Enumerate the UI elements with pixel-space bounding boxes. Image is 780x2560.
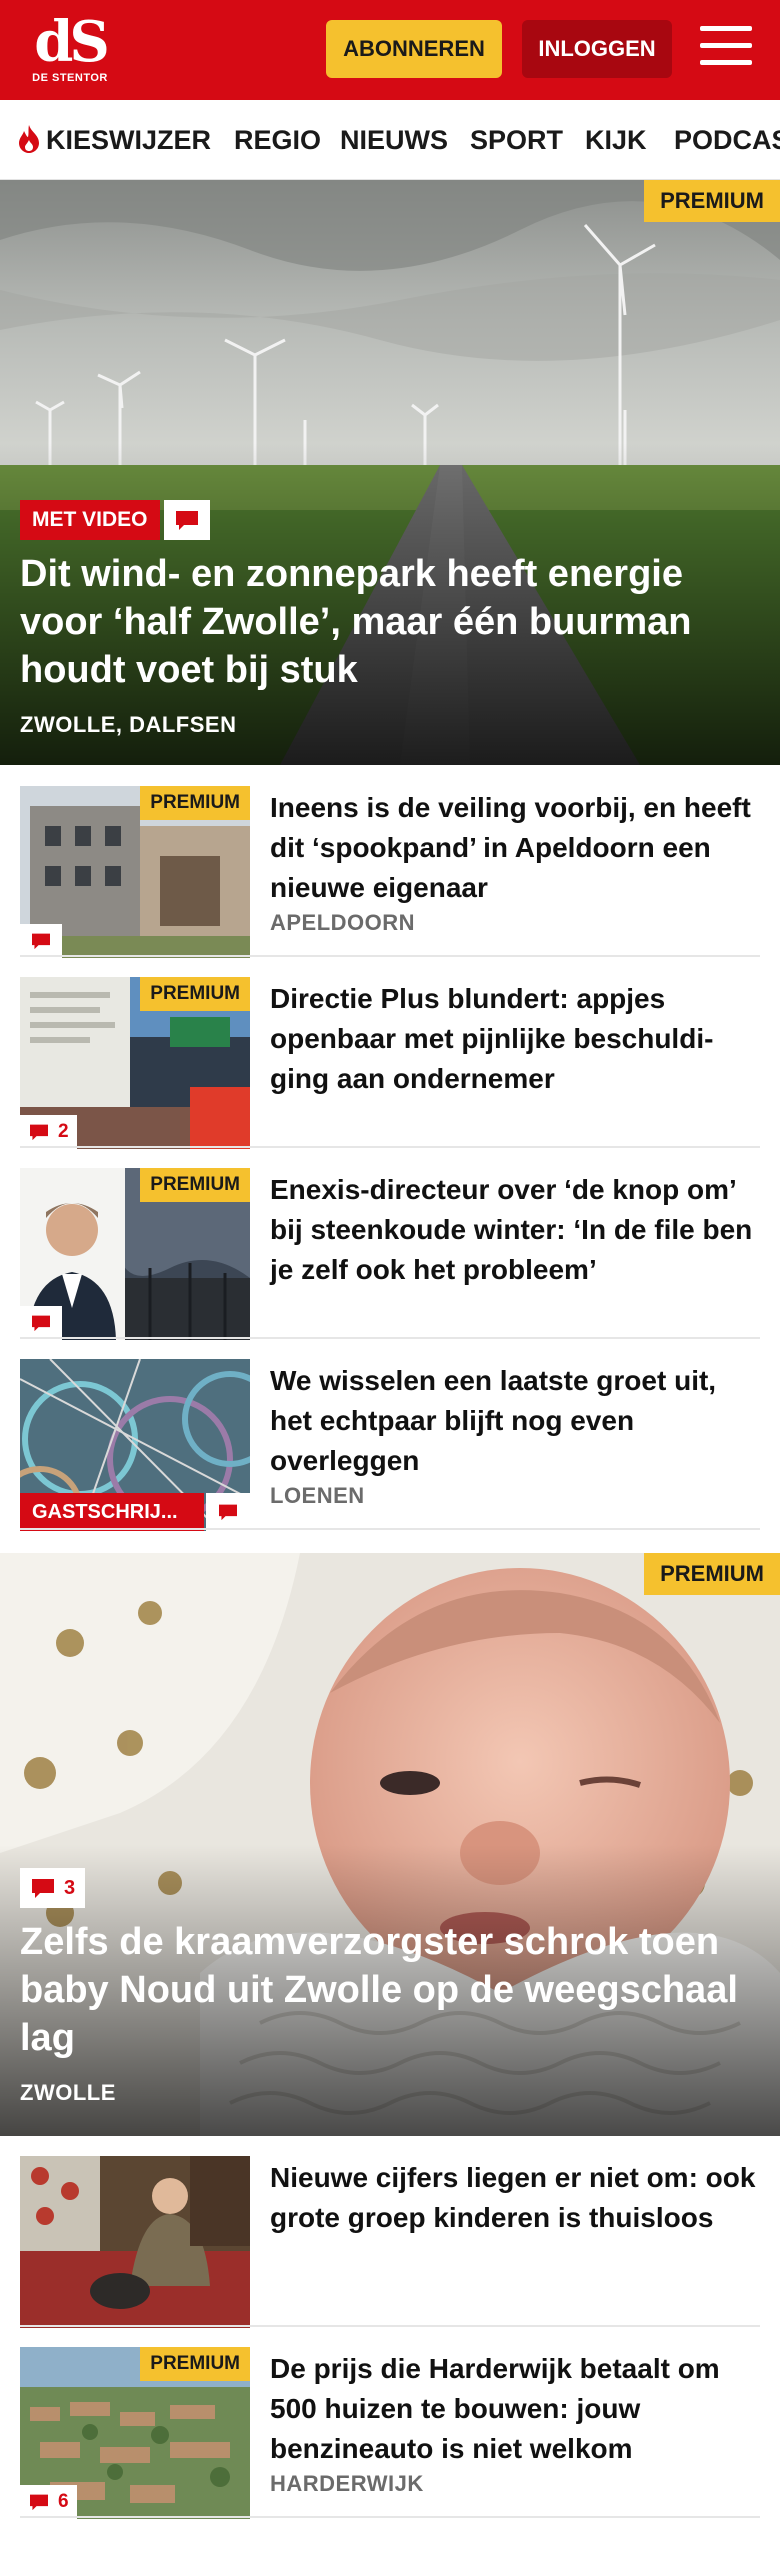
article-location: HARDERWIJK bbox=[270, 2471, 424, 2496]
article-thumbnail: GASTSCHRIJ... bbox=[20, 1359, 250, 1531]
logo-subtext: DE STENTOR bbox=[32, 72, 108, 84]
hero-location: ZWOLLE, DALFSEN bbox=[20, 712, 237, 737]
premium-badge: PREMIUM bbox=[644, 1553, 780, 1595]
comment-count: 2 bbox=[58, 1121, 69, 1142]
divider bbox=[20, 955, 760, 957]
hamburger-menu-icon[interactable] bbox=[700, 26, 752, 72]
nav-label: KIESWIJZER bbox=[46, 125, 212, 155]
guest-author-badge: GASTSCHRIJ... bbox=[20, 1493, 204, 1531]
subscribe-button[interactable]: ABONNEREN bbox=[326, 20, 502, 78]
article-title[interactable]: Enexis-directeur over ‘de knop om’ bij s… bbox=[270, 1170, 760, 1290]
article-location: APELDOORN bbox=[270, 910, 416, 935]
list-item[interactable]: GASTSCHRIJ... We wisselen een laatste gr… bbox=[20, 1359, 760, 1531]
hero-article-windpark[interactable]: PREMIUM MET VIDEO Dit wind- en zonnepark… bbox=[0, 180, 780, 765]
site-header: dS DE STENTOR ABONNEREN INLOGGEN bbox=[0, 0, 780, 100]
nav-item-sport[interactable]: SPORT bbox=[470, 100, 563, 179]
article-thumbnail: PREMIUM 2 bbox=[20, 977, 250, 1149]
hero-title[interactable]: Zelfs de kraamverzorgster schrok toen ba… bbox=[20, 1918, 760, 2062]
logo-mark: dS bbox=[34, 9, 110, 75]
comment-count-badge: 6 bbox=[20, 2485, 77, 2519]
article-thumbnail bbox=[20, 2156, 250, 2328]
divider bbox=[20, 1337, 760, 1339]
hero-location: ZWOLLE bbox=[20, 2080, 116, 2105]
main-nav: KIESWIJZER REGIO NIEUWS SPORT KIJK PODCA… bbox=[0, 100, 780, 180]
list-item[interactable]: PREMIUM 6 De prijs die Harderwijk betaal… bbox=[20, 2347, 760, 2519]
premium-badge: PREMIUM bbox=[140, 786, 250, 820]
list-item[interactable]: PREMIUM Enexis-directeur over ‘de knop o… bbox=[20, 1168, 760, 1340]
article-title[interactable]: Nieuwe cijfers liegen er niet om: ook gr… bbox=[270, 2158, 760, 2238]
article-title[interactable]: Directie Plus blundert: appjes openbaar … bbox=[270, 979, 760, 1099]
site-logo[interactable]: dS DE STENTOR bbox=[28, 14, 112, 90]
flame-icon bbox=[19, 125, 39, 153]
divider bbox=[20, 2325, 760, 2327]
nav-item-nieuws[interactable]: NIEUWS bbox=[340, 100, 448, 179]
comment-icon bbox=[30, 1124, 48, 1141]
article-thumbnail: PREMIUM bbox=[20, 786, 250, 958]
nav-item-regio[interactable]: REGIO bbox=[234, 100, 321, 179]
comment-icon bbox=[163, 500, 210, 540]
comment-count: 6 bbox=[58, 2491, 69, 2512]
comment-icon bbox=[20, 924, 62, 958]
divider bbox=[20, 1528, 760, 1530]
comment-count-badge: 3 bbox=[20, 1868, 86, 1908]
article-thumbnail: PREMIUM 6 bbox=[20, 2347, 250, 2519]
login-button[interactable]: INLOGGEN bbox=[522, 20, 672, 78]
nav-item-kijk[interactable]: KIJK bbox=[585, 100, 647, 179]
list-item[interactable]: Nieuwe cijfers liegen er niet om: ook gr… bbox=[20, 2156, 760, 2328]
hero-title[interactable]: Dit wind- en zonnepark heeft energie voo… bbox=[20, 550, 760, 694]
article-title[interactable]: Ineens is de veiling voorbij, en heeft d… bbox=[270, 788, 760, 908]
comment-icon bbox=[206, 1493, 250, 1531]
hero-article-baby[interactable]: PREMIUM 3 Zelfs de kraamverzorgster schr… bbox=[0, 1553, 780, 2136]
nav-item-kieswijzer[interactable]: KIESWIJZER bbox=[16, 100, 212, 179]
divider bbox=[20, 1146, 760, 1148]
list-item[interactable]: PREMIUM Ineens is de veiling voorbij, en… bbox=[20, 786, 760, 958]
comment-icon bbox=[20, 1306, 62, 1340]
comment-icon bbox=[30, 2494, 48, 2511]
article-thumbnail: PREMIUM bbox=[20, 1168, 250, 1340]
article-location: LOENEN bbox=[270, 1483, 365, 1508]
premium-badge: PREMIUM bbox=[140, 977, 250, 1011]
premium-badge: PREMIUM bbox=[140, 2347, 250, 2381]
nav-item-podcast[interactable]: PODCAST bbox=[674, 100, 780, 179]
list-item[interactable]: PREMIUM 2 Directie Plus blundert: appjes… bbox=[20, 977, 760, 1149]
article-title[interactable]: De prijs die Harderwijk betaalt om 500 h… bbox=[270, 2349, 760, 2469]
comment-icon bbox=[32, 1879, 54, 1898]
divider bbox=[20, 2516, 760, 2518]
premium-badge: PREMIUM bbox=[644, 180, 780, 222]
video-badge: MET VIDEO bbox=[20, 500, 210, 540]
article-title[interactable]: We wisselen een laatste groet uit, het e… bbox=[270, 1361, 760, 1481]
video-badge-label: MET VIDEO bbox=[20, 500, 160, 540]
comment-count: 3 bbox=[64, 1876, 76, 1899]
comment-count-badge: 2 bbox=[20, 1115, 77, 1149]
premium-badge: PREMIUM bbox=[140, 1168, 250, 1202]
